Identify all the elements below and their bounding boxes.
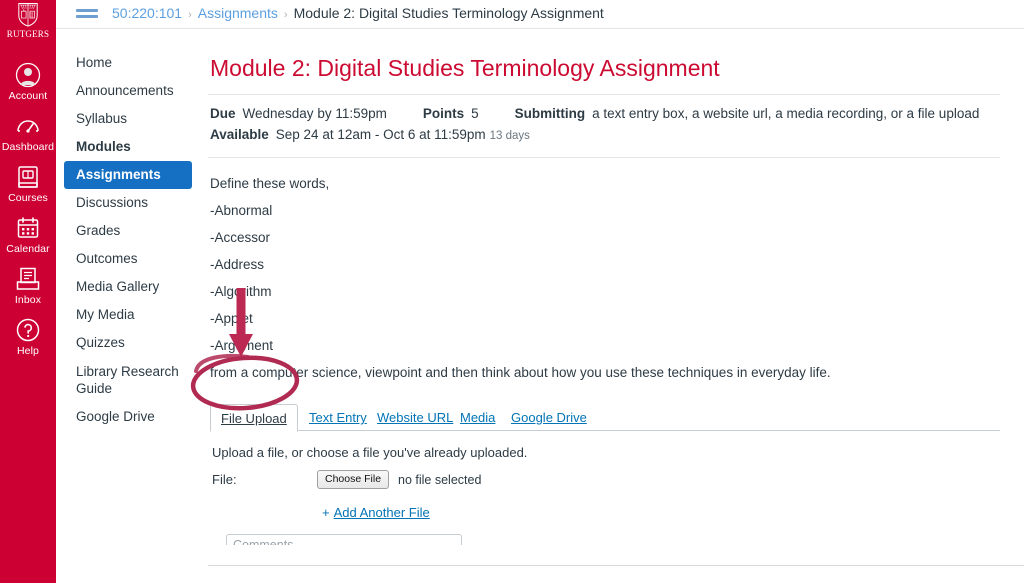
tab-website-url[interactable]: Website URL bbox=[367, 404, 463, 431]
choose-file-button[interactable]: Choose File bbox=[317, 470, 390, 489]
submission-type-tabs: File Upload Text Entry Website URL Media… bbox=[210, 404, 1000, 432]
tab-text-entry-label: Text Entry bbox=[309, 410, 367, 425]
breadcrumb: 50:220:101 › Assignments › Module 2: Digital… bbox=[112, 4, 604, 24]
hamburger-menu-icon[interactable] bbox=[76, 7, 98, 21]
coursenav-item-library-research-guide[interactable]: Library Research Guide bbox=[64, 357, 192, 403]
dashboard-speedometer-icon bbox=[17, 120, 39, 133]
file-field-label: File: bbox=[212, 472, 237, 487]
rutgers-shield-icon bbox=[18, 3, 38, 27]
assignment-meta: Due Wednesday by 11:59pm Points 5 Submitting… bbox=[208, 94, 1000, 158]
tab-google-drive-label: Google Drive bbox=[511, 410, 587, 425]
globalnav-label-inbox: Inbox bbox=[14, 294, 42, 306]
coursenav-item-my-media[interactable]: My Media bbox=[64, 301, 192, 329]
description-line-intro: Define these words, bbox=[210, 176, 330, 191]
coursenav-item-announcements[interactable]: Announcements bbox=[64, 77, 192, 105]
course-navigation: Home Announcements Syllabus Modules Assi… bbox=[56, 29, 200, 545]
calendar-icon bbox=[17, 217, 39, 238]
coursenav-item-quizzes[interactable]: Quizzes bbox=[64, 329, 192, 357]
description-line-accessor: -Accessor bbox=[210, 230, 271, 245]
description-line-abnormal: -Abnormal bbox=[210, 203, 273, 218]
tab-file-upload[interactable]: File Upload bbox=[210, 404, 298, 432]
canvas-assignment-page: RUTGERS Account Dashboard Courses Calend… bbox=[0, 0, 1024, 583]
description-line-address: -Address bbox=[210, 257, 265, 272]
coursenav-item-modules[interactable]: Modules bbox=[64, 133, 192, 161]
description-line-closing: from a computer science, viewpoint and t… bbox=[210, 365, 831, 380]
inbox-tray-icon bbox=[16, 267, 40, 290]
add-another-file-link[interactable]: + Add Another File bbox=[322, 505, 430, 520]
breadcrumb-current-page: Module 2: Digital Studies Terminology As… bbox=[293, 5, 604, 21]
description-line-argument: -Argument bbox=[210, 338, 274, 353]
upload-instructions: Upload a file, or choose a file you've a… bbox=[212, 445, 528, 460]
globalnav-label-dashboard: Dashboard bbox=[1, 141, 55, 153]
due-label: Due bbox=[210, 106, 236, 121]
tab-file-upload-label: File Upload bbox=[221, 411, 287, 426]
description-line-algorithm: -Algorithm bbox=[210, 284, 272, 299]
coursenav-item-media-gallery[interactable]: Media Gallery bbox=[64, 273, 192, 301]
tab-media-label: Media bbox=[460, 410, 496, 425]
globalnav-item-dashboard[interactable]: Dashboard bbox=[0, 109, 56, 160]
breadcrumb-separator-1: › bbox=[188, 9, 192, 21]
file-input-row: File: Choose File no file selected bbox=[212, 470, 1000, 489]
help-question-icon bbox=[16, 318, 40, 342]
tab-website-url-label: Website URL bbox=[377, 410, 454, 425]
globalnav-bottom-stub bbox=[0, 545, 56, 583]
assignment-meta-row-1: Due Wednesday by 11:59pm Points 5 Submitting… bbox=[210, 103, 1000, 124]
globalnav-label-help: Help bbox=[17, 345, 39, 357]
globalnav-label-courses: Courses bbox=[8, 192, 48, 204]
rutgers-wordmark: RUTGERS bbox=[6, 29, 50, 39]
globalnav-label-account: Account bbox=[8, 90, 48, 102]
selected-file-status: no file selected bbox=[398, 472, 482, 487]
breadcrumb-separator-2: › bbox=[283, 9, 288, 21]
submitting-value: a text entry box, a website url, a media… bbox=[592, 106, 980, 121]
global-navigation: RUTGERS Account Dashboard Courses Calend… bbox=[0, 0, 56, 545]
globalnav-item-calendar[interactable]: Calendar bbox=[0, 211, 56, 262]
breadcrumb-course-link[interactable]: 50:220:101 bbox=[112, 5, 182, 21]
coursenav-item-outcomes[interactable]: Outcomes bbox=[64, 245, 192, 273]
add-another-file-label: Add Another File bbox=[333, 505, 430, 520]
breadcrumb-bar: 50:220:101 › Assignments › Module 2: Digital… bbox=[56, 0, 1024, 29]
globalnav-item-help[interactable]: Help bbox=[0, 313, 56, 364]
tab-text-entry[interactable]: Text Entry bbox=[299, 404, 377, 431]
available-duration: 13 days bbox=[489, 130, 530, 142]
due-value: Wednesday by 11:59pm bbox=[242, 106, 387, 121]
assignment-content: Module 2: Digital Studies Terminology As… bbox=[200, 29, 1024, 583]
tab-media[interactable]: Media bbox=[450, 404, 505, 431]
plus-icon: + bbox=[322, 505, 330, 520]
available-value: Sep 24 at 12am - Oct 6 at 11:59pm bbox=[275, 127, 486, 142]
globalnav-item-inbox[interactable]: Inbox bbox=[0, 262, 56, 313]
assignment-description: Define these words, -Abnormal -Accessor … bbox=[208, 158, 1000, 386]
courses-book-icon bbox=[18, 166, 38, 188]
description-line-applet: -Applet bbox=[210, 311, 253, 326]
points-label: Points bbox=[422, 106, 465, 121]
coursenav-item-grades[interactable]: Grades bbox=[64, 217, 192, 245]
content-bottom-divider bbox=[208, 565, 1024, 566]
page-bottom-strip bbox=[0, 545, 1024, 583]
globalnav-label-calendar: Calendar bbox=[6, 243, 50, 255]
available-label: Available bbox=[210, 127, 269, 142]
coursenav-item-syllabus[interactable]: Syllabus bbox=[64, 105, 192, 133]
coursenav-item-home[interactable]: Home bbox=[64, 49, 192, 77]
globalnav-item-account[interactable]: Account bbox=[0, 58, 56, 109]
coursenav-item-discussions[interactable]: Discussions bbox=[64, 189, 192, 217]
tab-google-drive[interactable]: Google Drive bbox=[501, 404, 597, 431]
coursenav-item-google-drive[interactable]: Google Drive bbox=[64, 403, 192, 431]
assignment-meta-row-2: Available Sep 24 at 12am - Oct 6 at 11:59… bbox=[210, 124, 1000, 147]
submitting-label: Submitting bbox=[514, 106, 586, 121]
breadcrumb-assignments-link[interactable]: Assignments bbox=[198, 5, 278, 21]
points-value: 5 bbox=[471, 106, 479, 121]
coursenav-item-assignments[interactable]: Assignments bbox=[64, 161, 192, 189]
account-avatar-icon bbox=[15, 62, 41, 88]
globalnav-item-courses[interactable]: Courses bbox=[0, 160, 56, 211]
rutgers-shield-logo[interactable]: RUTGERS bbox=[0, 0, 56, 58]
page-title: Module 2: Digital Studies Terminology As… bbox=[210, 55, 720, 81]
